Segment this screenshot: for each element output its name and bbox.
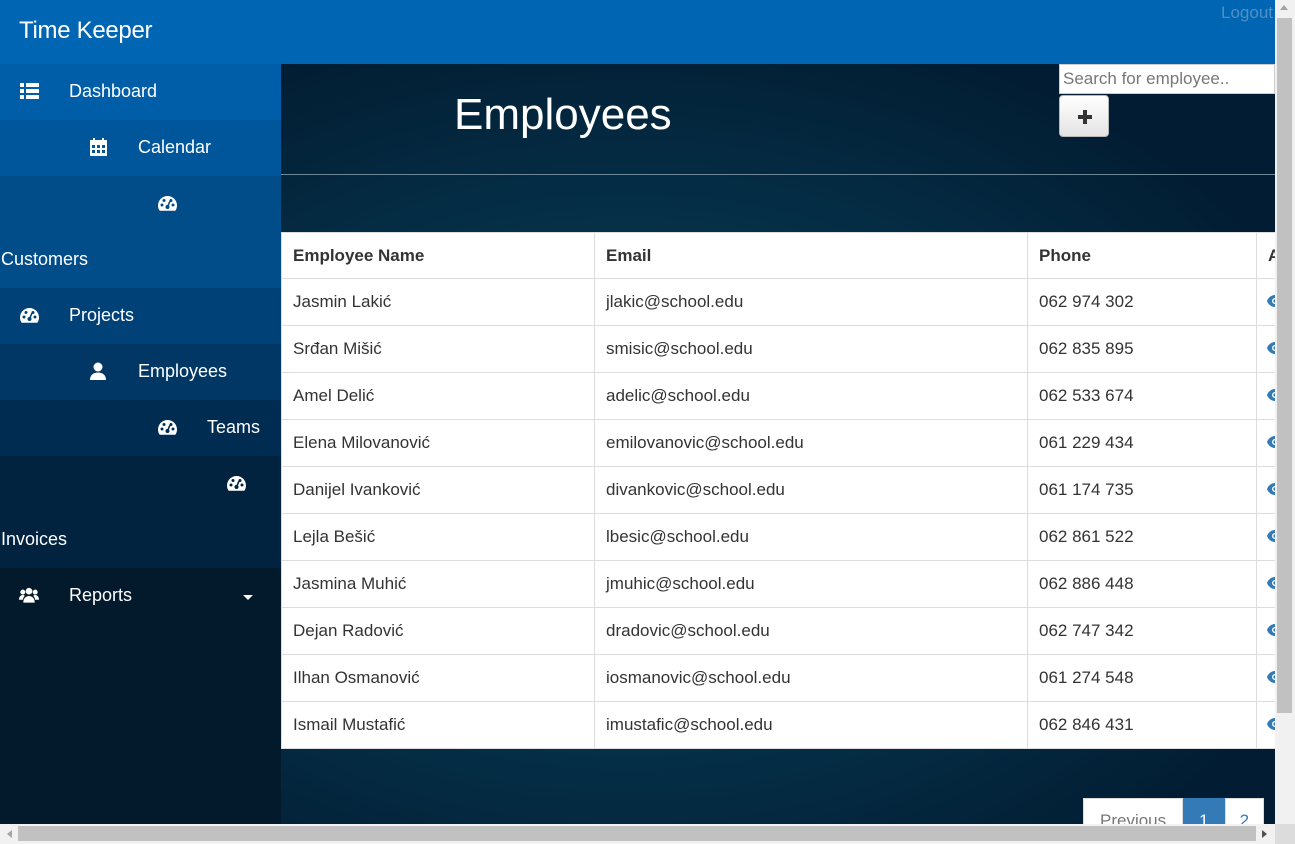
page-title: Employees: [454, 90, 672, 139]
cell-phone: 062 835 895: [1027, 325, 1257, 373]
table-row[interactable]: Lejla Bešić lbesic@school.edu 062 861 522: [281, 513, 1295, 561]
employees-table: Employee Name Email Phone A Jasmin Lakić…: [281, 232, 1295, 749]
sidebar-item-reports[interactable]: Reports: [0, 568, 281, 624]
table-row[interactable]: Ismail Mustafić imustafic@school.edu 062 8…: [281, 701, 1295, 749]
table-row[interactable]: Ilhan Osmanović iosmanovic@school.edu 061 …: [281, 654, 1295, 702]
cell-email: adelic@school.edu: [594, 372, 1028, 420]
users-icon: [19, 586, 39, 604]
sidebar-item-label: Invoices: [1, 529, 68, 549]
cell-phone: 062 846 431: [1027, 701, 1257, 749]
sidebar-item-label: Teams: [207, 417, 261, 437]
cell-employee-name: Amel Delić: [281, 372, 595, 420]
sidebar-item-projects[interactable]: Projects: [0, 288, 281, 344]
app-title[interactable]: Time Keeper: [19, 17, 153, 45]
table-row[interactable]: Danijel Ivanković divankovic@school.edu 06…: [281, 466, 1295, 514]
sidebar-item-teams[interactable]: Teams: [0, 400, 281, 456]
sidebar-item-dashboard[interactable]: Dashboard: [0, 64, 281, 120]
cell-employee-name: Lejla Bešić: [281, 513, 595, 561]
cell-phone: 062 861 522: [1027, 513, 1257, 561]
scroll-right-icon[interactable]: [1262, 830, 1267, 838]
cell-email: smisic@school.edu: [594, 325, 1028, 373]
cell-employee-name: Ismail Mustafić: [281, 701, 595, 749]
sidebar-item-employees[interactable]: Employees: [0, 344, 281, 400]
cell-employee-name: Dejan Radović: [281, 607, 595, 655]
cell-employee-name: Jasmina Muhić: [281, 560, 595, 608]
cell-email: jmuhic@school.edu: [594, 560, 1028, 608]
dashboard-icon: [157, 194, 177, 212]
cell-employee-name: Elena Milovanović: [281, 419, 595, 467]
column-header-name[interactable]: Employee Name: [281, 232, 595, 279]
table-row[interactable]: Dejan Radović dradovic@school.edu 062 747 …: [281, 607, 1295, 655]
chevron-down-icon: [243, 595, 253, 600]
top-navbar: Time Keeper Logout: [0, 0, 1275, 64]
list-icon: [19, 82, 39, 100]
sidebar-item-label: Employees: [138, 361, 228, 381]
cell-email: lbesic@school.edu: [594, 513, 1028, 561]
search-input[interactable]: [1059, 64, 1275, 94]
cell-phone: 062 533 674: [1027, 372, 1257, 420]
dashboard-icon: [19, 306, 39, 324]
table-row[interactable]: Srđan Mišić smisic@school.edu 062 835 895: [281, 325, 1295, 373]
cell-phone: 061 229 434: [1027, 419, 1257, 467]
table-row[interactable]: Jasmina Muhić jmuhic@school.edu 062 886 44…: [281, 560, 1295, 608]
cell-email: imustafic@school.edu: [594, 701, 1028, 749]
cell-employee-name: Danijel Ivanković: [281, 466, 595, 514]
cell-phone: 062 974 302: [1027, 278, 1257, 326]
divider: [281, 174, 1275, 175]
horizontal-scrollbar-thumb[interactable]: [18, 826, 1256, 841]
table-row[interactable]: Elena Milovanović emilovanovic@school.edu…: [281, 419, 1295, 467]
cell-email: iosmanovic@school.edu: [594, 654, 1028, 702]
scroll-left-icon[interactable]: [7, 830, 12, 838]
main-content: Employees Employee Name Email Phone A Ja…: [281, 64, 1295, 842]
cell-phone: 061 174 735: [1027, 466, 1257, 514]
sidebar-item-calendar[interactable]: Calendar: [0, 120, 281, 176]
dashboard-icon: [157, 418, 177, 436]
sidebar: Dashboard Calendar Customers Projects Em…: [0, 64, 281, 824]
add-employee-button[interactable]: [1059, 95, 1109, 137]
dashboard-icon: [226, 474, 246, 492]
cell-email: divankovic@school.edu: [594, 466, 1028, 514]
sidebar-item-label: Projects: [69, 305, 135, 325]
column-header-phone[interactable]: Phone: [1027, 232, 1257, 279]
cell-employee-name: Jasmin Lakić: [281, 278, 595, 326]
cell-email: emilovanovic@school.edu: [594, 419, 1028, 467]
sidebar-item-label: Calendar: [138, 137, 212, 157]
table-header-row: Employee Name Email Phone A: [281, 232, 1295, 279]
logout-link[interactable]: Logout: [1221, 3, 1273, 23]
vertical-scrollbar-thumb[interactable]: [1277, 18, 1292, 713]
scrollbar-corner: [1275, 824, 1295, 844]
calendar-icon: [88, 138, 108, 156]
sidebar-item-customers[interactable]: Customers: [0, 176, 281, 288]
user-icon: [88, 362, 108, 380]
table-row[interactable]: Jasmin Lakić jlakic@school.edu 062 974 302: [281, 278, 1295, 326]
cell-employee-name: Ilhan Osmanović: [281, 654, 595, 702]
cell-employee-name: Srđan Mišić: [281, 325, 595, 373]
cell-email: dradovic@school.edu: [594, 607, 1028, 655]
column-header-email[interactable]: Email: [594, 232, 1028, 279]
cell-phone: 061 274 548: [1027, 654, 1257, 702]
sidebar-item-label: Customers: [1, 249, 89, 269]
sidebar-item-label: Reports: [69, 585, 133, 605]
table-row[interactable]: Amel Delić adelic@school.edu 062 533 674: [281, 372, 1295, 420]
cell-email: jlakic@school.edu: [594, 278, 1028, 326]
sidebar-item-label: Dashboard: [69, 81, 158, 101]
cell-phone: 062 886 448: [1027, 560, 1257, 608]
sidebar-item-invoices[interactable]: Invoices: [0, 456, 281, 568]
cell-phone: 062 747 342: [1027, 607, 1257, 655]
scroll-up-icon[interactable]: [1280, 5, 1288, 10]
